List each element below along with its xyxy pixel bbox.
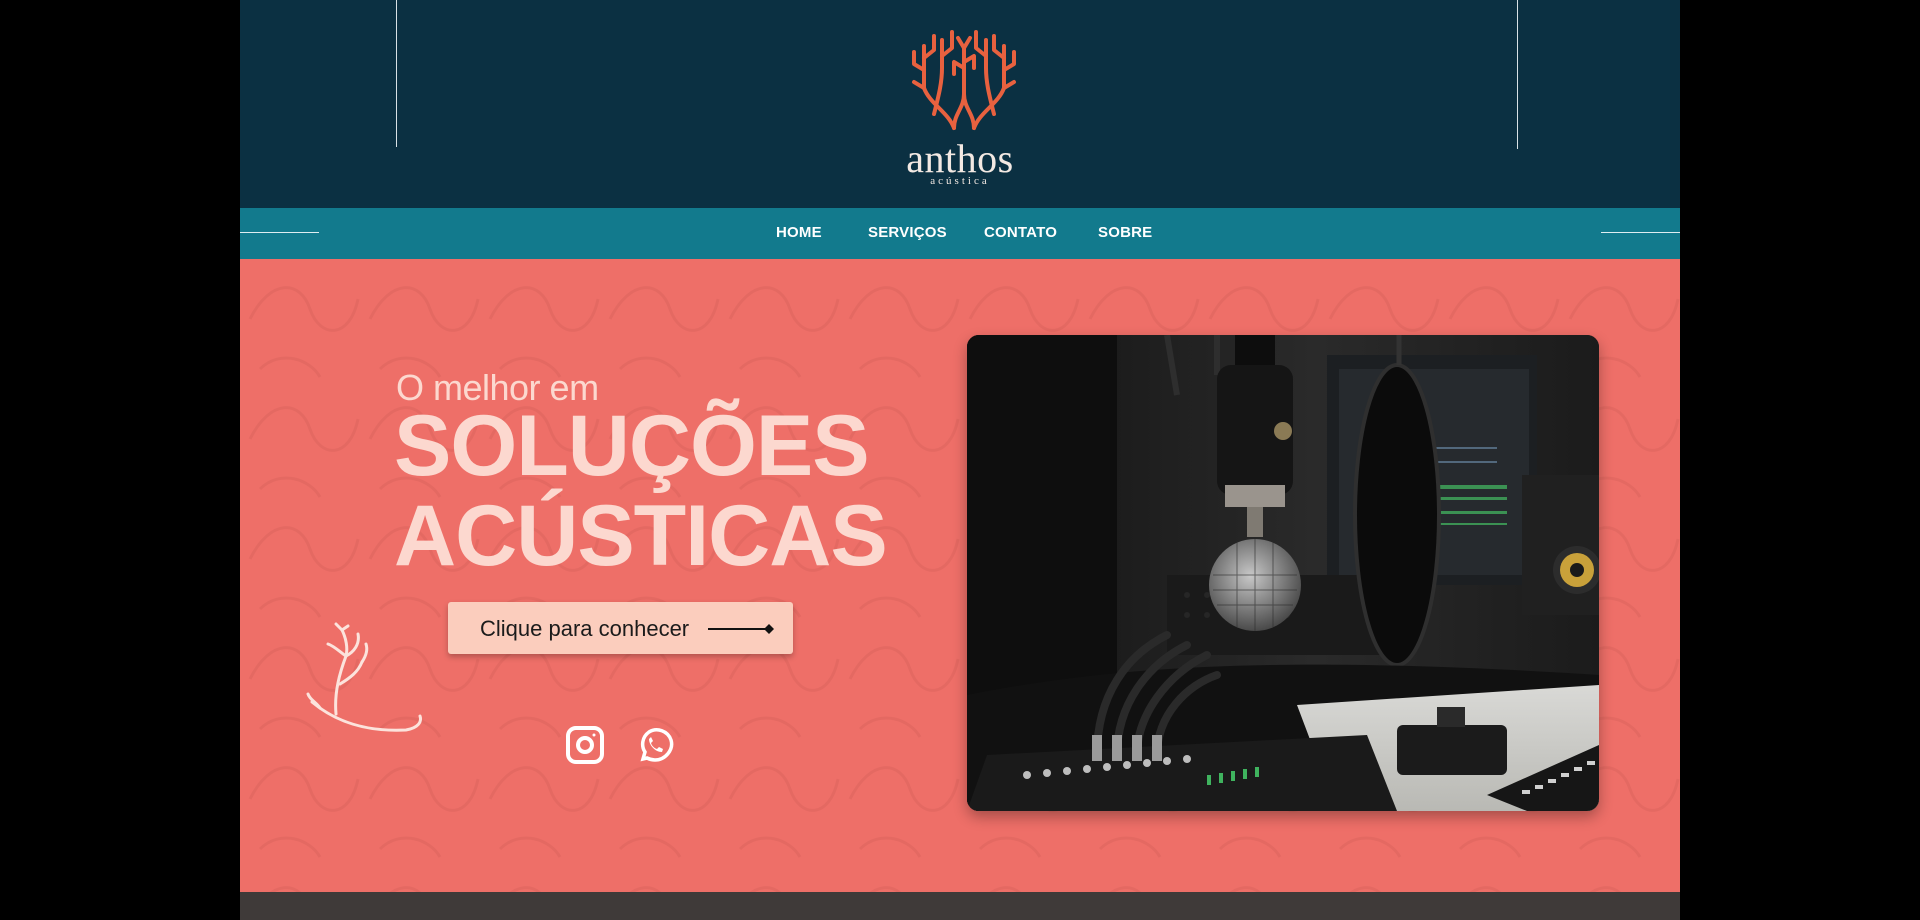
- nav-item-home[interactable]: HOME: [776, 224, 822, 241]
- hero-section: O melhor em SOLUÇÕES ACÚSTICAS Clique pa…: [240, 259, 1680, 892]
- hero-image: [967, 335, 1599, 811]
- nav-item-contato[interactable]: CONTATO: [984, 224, 1057, 241]
- coral-logo-icon: [912, 30, 1016, 130]
- brand-logo[interactable]: anthos acústica: [890, 28, 1030, 193]
- instagram-icon: [566, 726, 604, 764]
- arrow-right-icon: [708, 624, 774, 634]
- nav-item-servicos[interactable]: SERVIÇOS: [868, 224, 947, 241]
- learn-more-button[interactable]: Clique para conhecer: [448, 602, 793, 654]
- whatsapp-link[interactable]: [635, 725, 675, 765]
- hero-headline-line2: ACÚSTICAS: [394, 488, 888, 584]
- header-divider-right: [1517, 0, 1518, 149]
- hero-headline: SOLUÇÕES ACÚSTICAS: [394, 398, 888, 584]
- coral-decoration-icon: [306, 622, 422, 732]
- learn-more-button-label: Clique para conhecer: [480, 616, 690, 641]
- studio-microphone-image: [967, 335, 1599, 811]
- header-divider-left: [396, 0, 397, 147]
- site-header: anthos acústica: [240, 0, 1680, 208]
- website: anthos acústica HOME SERVIÇOS CONTATO SO…: [240, 0, 1680, 920]
- nav-item-sobre[interactable]: SOBRE: [1098, 224, 1152, 241]
- instagram-link[interactable]: [565, 725, 605, 765]
- footer-band: [240, 892, 1680, 920]
- hero-headline-line1: SOLUÇÕES: [394, 398, 870, 494]
- main-navigation: HOME SERVIÇOS CONTATO SOBRE: [240, 208, 1680, 259]
- whatsapp-icon: [640, 728, 674, 762]
- brand-tagline: acústica: [930, 175, 990, 187]
